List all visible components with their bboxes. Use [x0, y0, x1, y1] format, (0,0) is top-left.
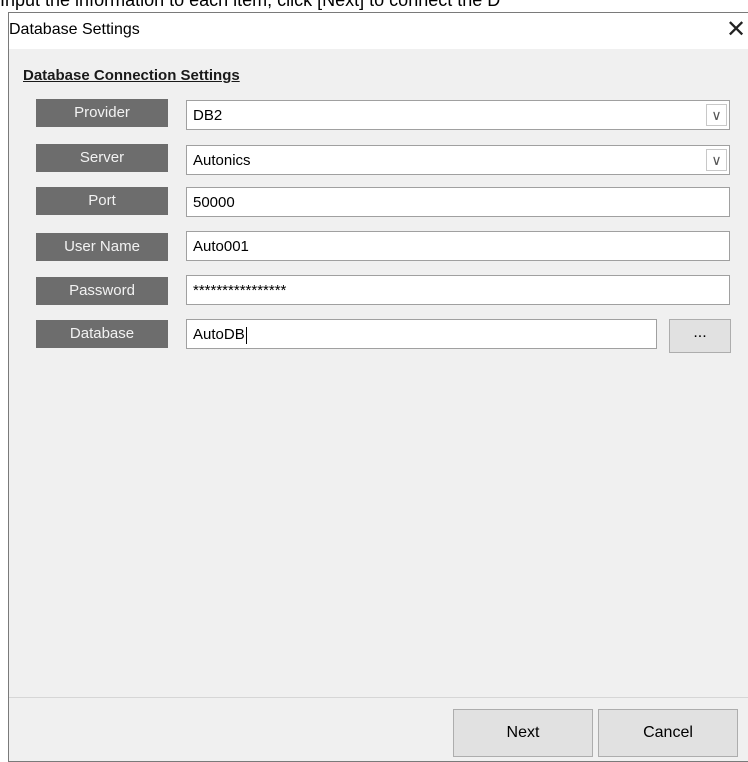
user-name-value: Auto001: [193, 238, 249, 255]
provider-value: DB2: [193, 107, 223, 124]
dialog-title: Database Settings: [9, 21, 140, 38]
browse-button[interactable]: ...: [669, 319, 731, 353]
database-value: AutoDB: [193, 326, 245, 343]
database-label: Database: [36, 320, 168, 348]
database-settings-dialog: Database Settings ✕ Database Connection …: [8, 12, 748, 762]
server-value: Autonics: [193, 152, 251, 169]
server-select[interactable]: Autonics ∨: [186, 145, 730, 175]
user-name-input[interactable]: Auto001: [186, 231, 730, 261]
instruction-text: Input the information to each item, clic…: [0, 0, 501, 10]
server-label: Server: [36, 144, 168, 172]
cancel-button[interactable]: Cancel: [598, 709, 738, 757]
password-input[interactable]: ****************: [186, 275, 730, 305]
next-button[interactable]: Next: [453, 709, 593, 757]
port-value: 50000: [193, 194, 235, 211]
port-label: Port: [36, 187, 168, 215]
password-label: Password: [36, 277, 168, 305]
database-input[interactable]: AutoDB: [186, 319, 657, 349]
port-input[interactable]: 50000: [186, 187, 730, 217]
provider-select[interactable]: DB2 ∨: [186, 100, 730, 130]
close-icon[interactable]: ✕: [721, 15, 748, 45]
title-bar: Database Settings ✕: [9, 13, 748, 49]
footer-divider: [9, 697, 748, 698]
chevron-down-icon[interactable]: ∨: [706, 149, 727, 171]
user-name-label: User Name: [36, 233, 168, 261]
provider-label: Provider: [36, 99, 168, 127]
database-value-wrap: AutoDB: [193, 326, 247, 344]
section-title: Database Connection Settings: [23, 67, 240, 84]
chevron-down-icon[interactable]: ∨: [706, 104, 727, 126]
text-caret: [245, 326, 247, 344]
password-value: ****************: [193, 282, 287, 299]
